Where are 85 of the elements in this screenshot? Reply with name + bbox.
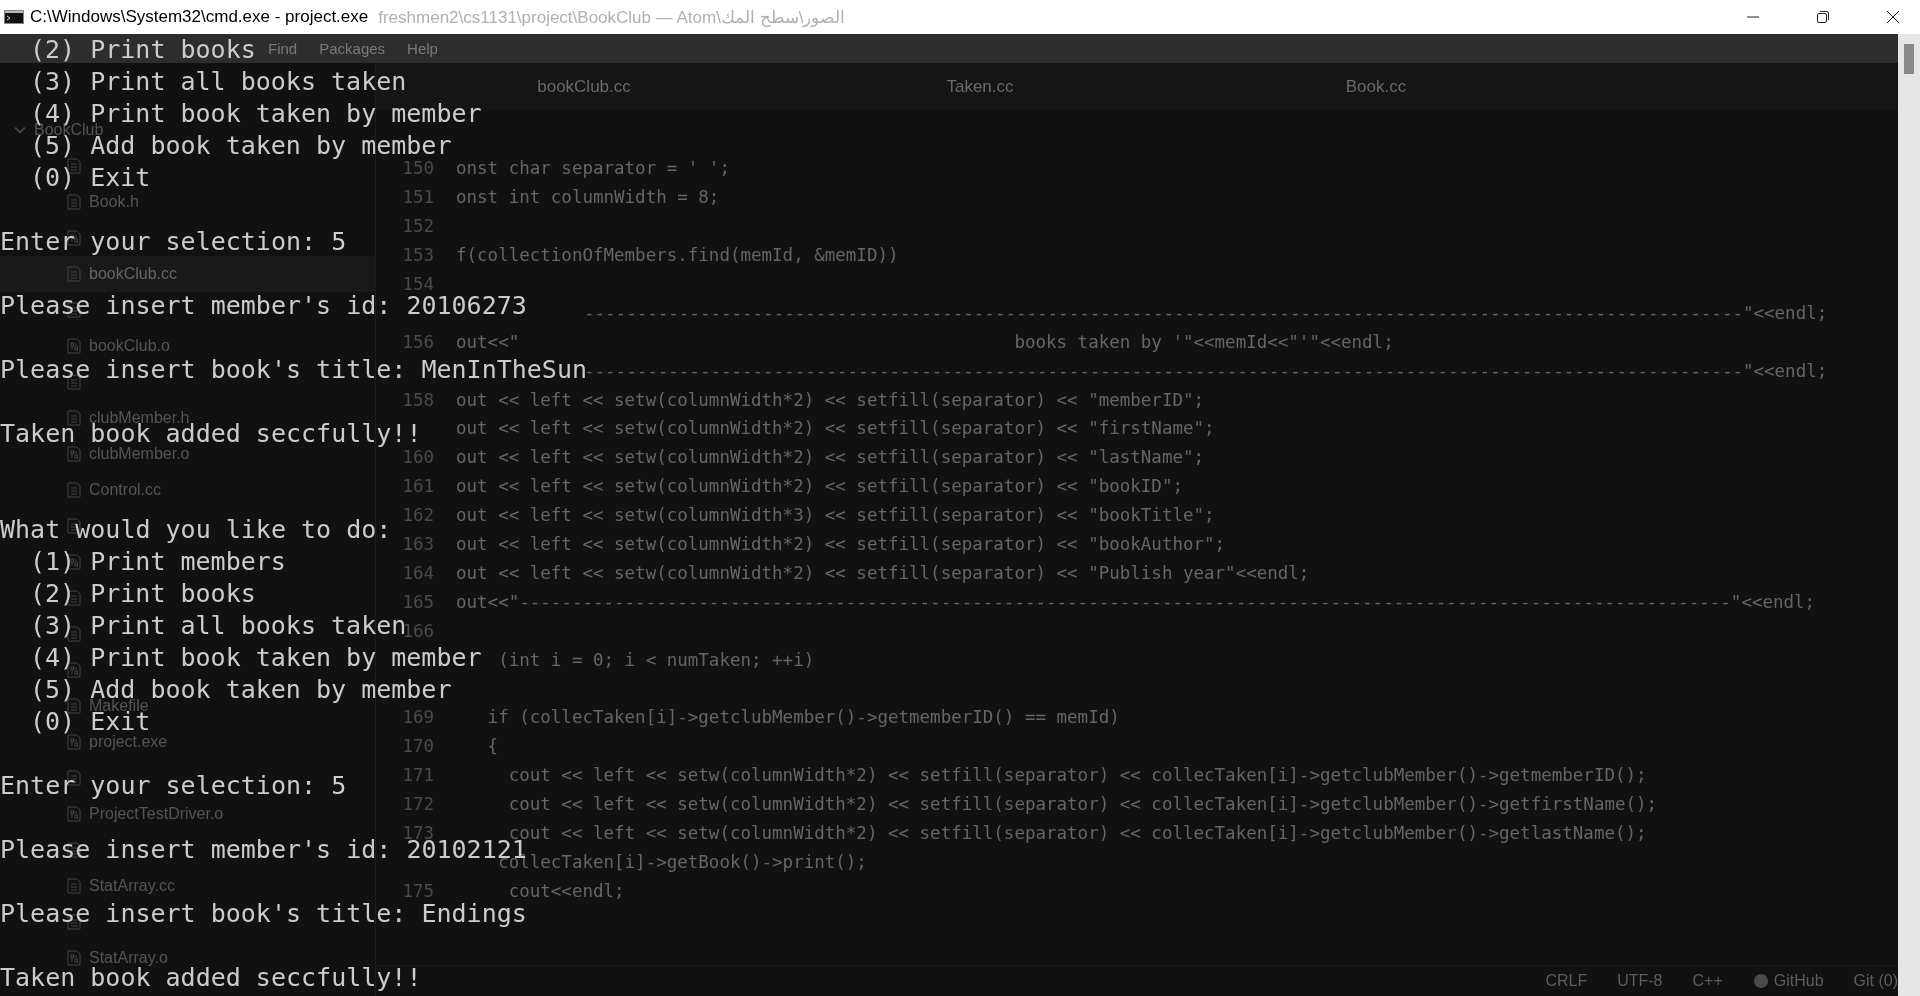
line-number: 171 (402, 765, 434, 786)
code-line: onst char separator = ' '; (456, 158, 730, 179)
code-line: out << left << setw(columnWidth*2) << setfill(separator) << "bookID"; (456, 476, 1183, 497)
restore-icon[interactable] (1816, 10, 1830, 24)
console-line: (0) Exit (30, 163, 151, 192)
code-line: out << left << setw(columnWidth*2) << setfill(separator) << "lastName"; (456, 447, 1205, 468)
status-item[interactable]: UTF-8 (1617, 972, 1663, 990)
tree-item[interactable]: clubMember.o (89, 445, 190, 463)
console-icon (4, 10, 24, 24)
tree-item[interactable]: Control.cc (89, 481, 162, 499)
line-number: 158 (402, 389, 434, 410)
code-line: out << left << setw(columnWidth*2) << setfill(separator) << "firstName"; (456, 418, 1215, 439)
status-item[interactable]: C++ (1692, 972, 1723, 990)
tree-item[interactable]: Book.h (89, 193, 139, 211)
chevron-icon[interactable] (14, 124, 26, 136)
line-number: 151 (402, 187, 434, 208)
code-line: cout << left << setw(columnWidth*2) << setfill(separator) << collecTaken[i]->getclubMember()->getmemberID(); (507, 765, 1647, 786)
console-line: Please insert member's id: 20106273 (0, 291, 527, 320)
console-line: Please insert book's title: Endings (0, 899, 527, 928)
tree-item[interactable]: StatArray.o (89, 949, 168, 967)
line-number: 161 (402, 476, 434, 497)
editor-tab[interactable]: Book.cc (1178, 63, 1574, 110)
tree-item[interactable]: bookClub.cc (89, 265, 178, 283)
code-line: onst int columnWidth = 8; (456, 187, 720, 208)
line-number: 156 (402, 331, 434, 352)
file-icon (67, 878, 81, 894)
line-number: 175 (402, 880, 434, 901)
tree-item[interactable]: bookClub.o (89, 337, 170, 355)
binary-file-icon (67, 734, 81, 750)
status-item[interactable]: Git (0) (1853, 972, 1898, 990)
line-number: 150 (402, 158, 434, 179)
code-line: if (collecTaken[i]->getclubMember()->getmemberID() == memId) (486, 707, 1120, 728)
menu-item[interactable]: Help (407, 40, 438, 57)
console-line: (1) Print members (30, 547, 286, 576)
scrollbar[interactable] (1898, 34, 1920, 996)
line-number: 152 (402, 216, 434, 237)
binary-file-icon (67, 806, 81, 822)
line-number: 163 (402, 534, 434, 554)
code-line: out << left << setw(columnWidth*2) << setfill(separator) << "memberID"; (456, 389, 1205, 410)
code-line: --------------------------------------------------------------------------------------------------------------"<<endl; (584, 360, 1828, 381)
console-line: (3) Print all books taken (30, 67, 407, 96)
code-line: out << left << setw(columnWidth*2) << setfill(separator) << "Publish year"<<endl; (456, 562, 1310, 583)
code-line: cout << left << setw(columnWidth*2) << setfill(separator) << collecTaken[i]->getclubMember()->getfirstName(); (507, 794, 1658, 815)
line-number: 153 (402, 245, 434, 266)
status-item[interactable]: CRLF (1545, 972, 1588, 990)
menu-item[interactable]: Find (268, 40, 298, 57)
code-line: --------------------------------------------------------------------------------------------------------------"<<endl; (584, 302, 1828, 323)
tree-item[interactable]: ProjectTestDriver.o (89, 805, 224, 823)
console-line: (2) Print books (30, 35, 256, 64)
binary-file-icon (67, 950, 81, 966)
window-title: C:\Windows\System32\cmd.exe - project.exe (30, 7, 369, 27)
line-number: 160 (402, 447, 434, 468)
file-icon (67, 482, 81, 498)
line-number: 164 (402, 562, 434, 583)
console-line: Enter your selection: 5 (0, 227, 347, 256)
status-item[interactable]: GitHub (1773, 972, 1824, 990)
tree-item[interactable]: StatArray.cc (89, 877, 175, 895)
file-icon (67, 194, 81, 210)
code-line: f(collectionOfMembers.find(memId, &memID)) (456, 245, 899, 266)
console-line: Enter your selection: 5 (0, 771, 347, 800)
close-icon[interactable] (1886, 10, 1900, 24)
code-line: out<<"-------------------------------------------------------------------------------------------------------------------"<<endl; (456, 591, 1816, 612)
background-window-title: الصور\سطح المك\freshmen2\cs1131\project\BookClub — Atom (378, 6, 846, 28)
console-line: Please insert book's title: MenInTheSun (0, 355, 587, 384)
line-number: 162 (402, 505, 434, 526)
binary-file-icon (67, 338, 81, 354)
console-line: What would you like to do: (0, 515, 392, 544)
code-line: out << left << setw(columnWidth*2) << setfill(separator) << "bookAuthor"; (456, 534, 1226, 554)
editor-tab[interactable]: Taken.cc (782, 63, 1178, 110)
scroll-thumb[interactable] (1904, 44, 1914, 74)
code-line: out << left << setw(columnWidth*3) << setfill(separator) << "bookTitle"; (456, 505, 1215, 526)
file-icon (67, 266, 81, 282)
line-number: 154 (402, 274, 434, 294)
line-number: 169 (402, 707, 434, 728)
line-number: 172 (402, 794, 434, 815)
console-line: (4) Print book taken by member (30, 643, 482, 672)
line-number: 170 (402, 736, 434, 757)
code-line: cout<<endl; (507, 880, 625, 901)
code-line: out<<" books taken by '"<<memId<<"'"<<endl; (456, 331, 1394, 352)
console-line: (2) Print books (30, 579, 256, 608)
menu-item[interactable]: Packages (319, 40, 386, 57)
binary-file-icon (67, 446, 81, 462)
line-number: 165 (402, 591, 434, 612)
tree-item[interactable]: project.exe (89, 733, 168, 751)
code-line: { (486, 736, 499, 757)
